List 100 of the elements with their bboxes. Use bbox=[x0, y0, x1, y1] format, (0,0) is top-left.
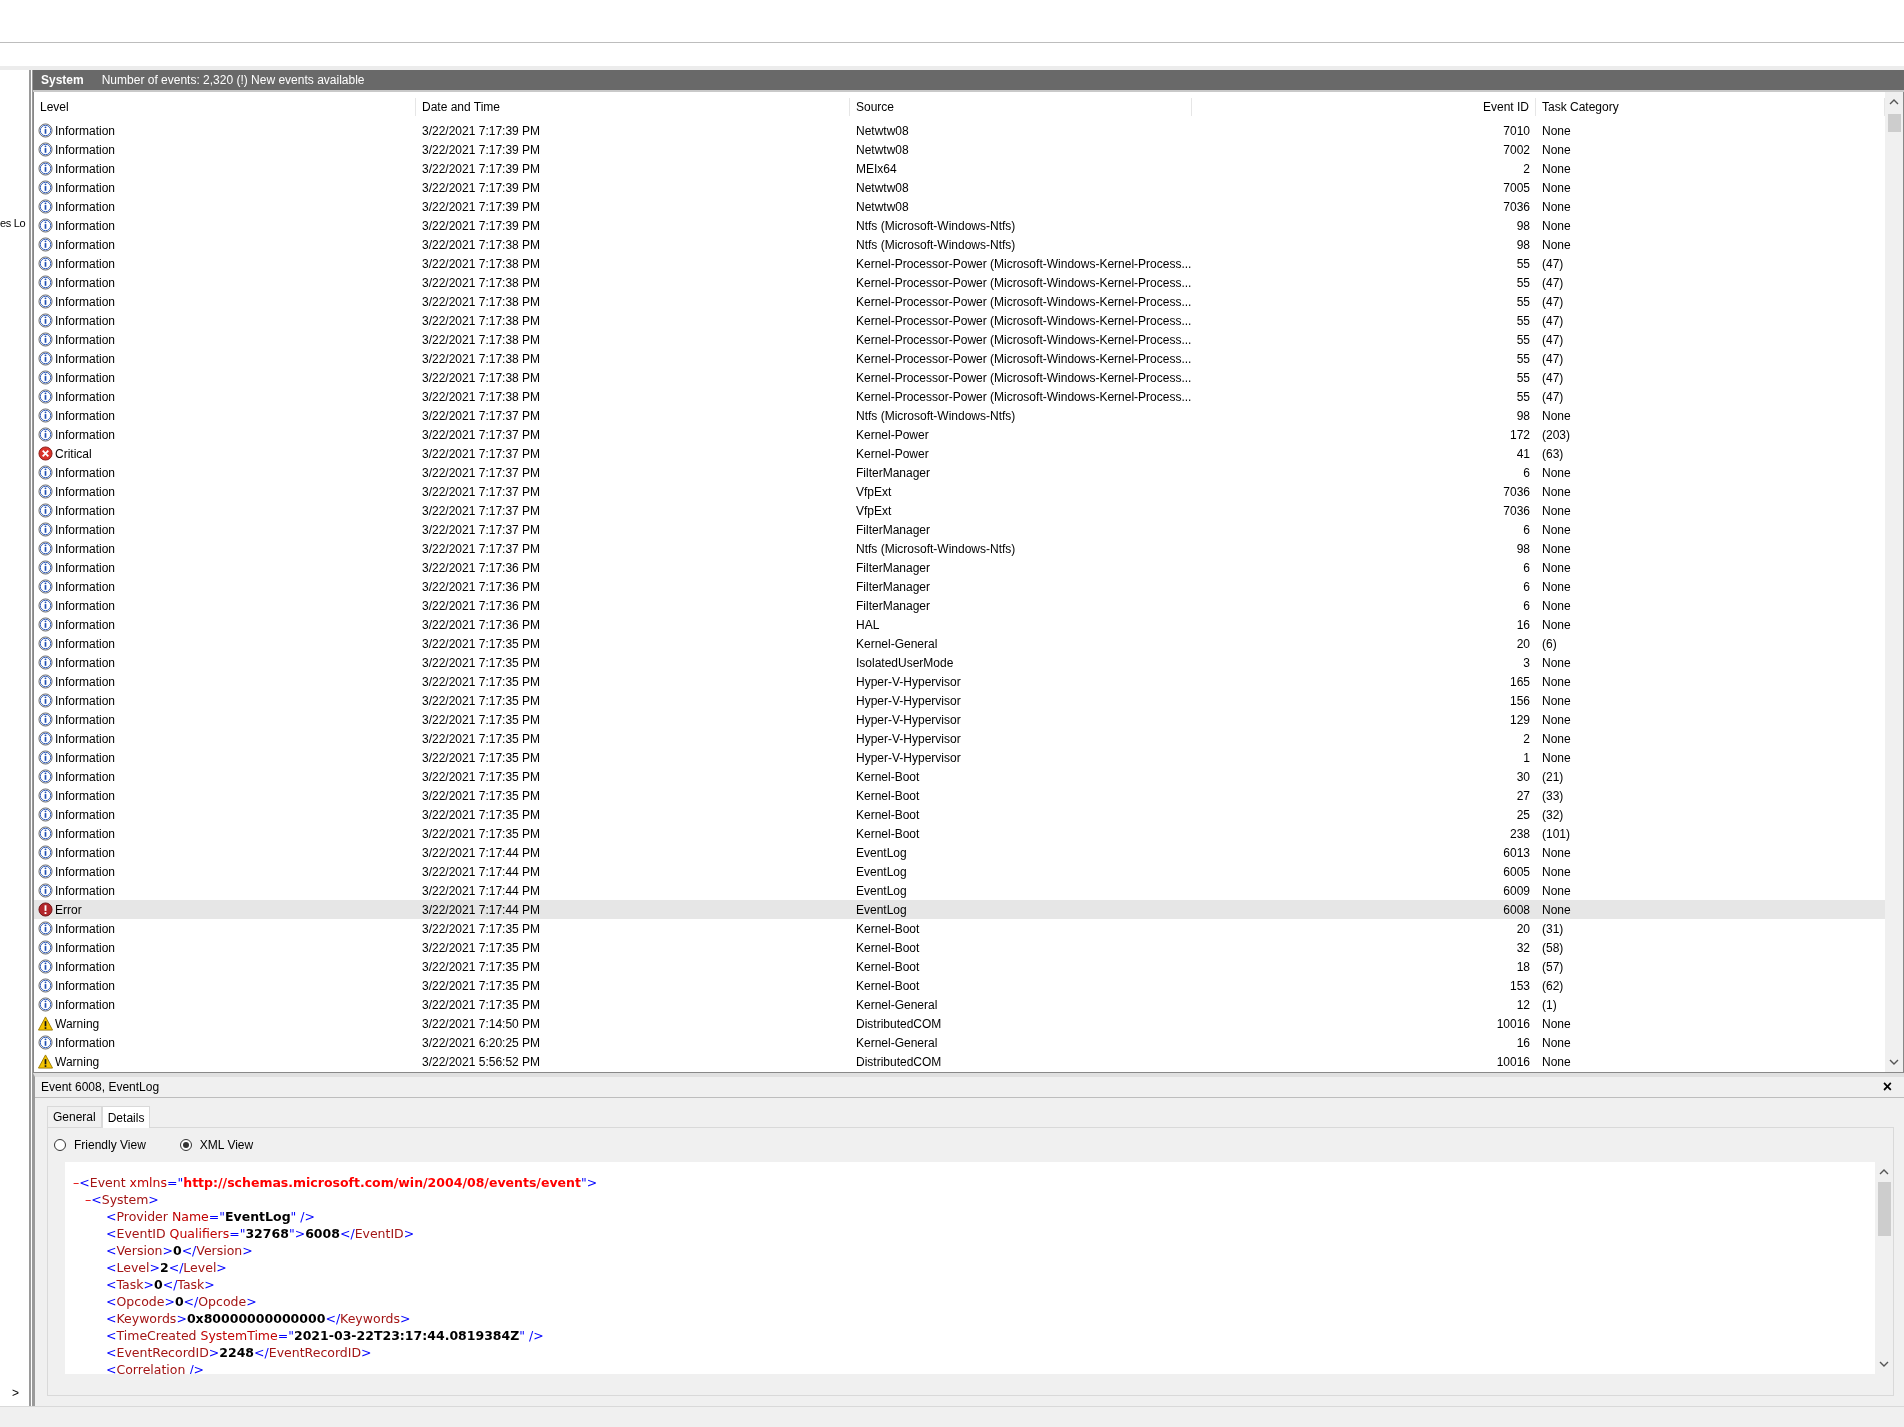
column-header[interactable]: Level bbox=[34, 97, 416, 116]
event-row[interactable]: Information 3/22/2021 7:17:39 PM Netwtw08 7036 None bbox=[34, 197, 1885, 216]
radio-button[interactable] bbox=[179, 1139, 192, 1151]
date-cell-text: 3/22/2021 6:20:25 PM bbox=[421, 1035, 542, 1050]
date-cell-text: 3/22/2021 7:17:38 PM bbox=[421, 351, 542, 366]
scrollbar-thumb[interactable] bbox=[1877, 1182, 1891, 1236]
event-row[interactable]: Information 3/22/2021 7:17:36 PM FilterManager 6 None bbox=[34, 577, 1885, 596]
event-id-cell-text: 25 bbox=[1515, 807, 1531, 822]
scrollbar[interactable] bbox=[1885, 92, 1903, 1072]
level-text: Information bbox=[55, 617, 116, 632]
event-row[interactable]: Critical 3/22/2021 7:17:37 PM Kernel-Power 41 (63) bbox=[34, 444, 1885, 463]
source-cell-text: FilterManager bbox=[855, 465, 932, 480]
event-row[interactable]: Information 3/22/2021 7:17:35 PM Kernel-Boot 20 (31) bbox=[34, 919, 1885, 938]
source-cell-text: Hyper-V-Hypervisor bbox=[855, 693, 962, 708]
level-text: Information bbox=[55, 408, 116, 423]
event-row[interactable]: Information 3/22/2021 7:17:37 PM VfpExt 7036 None bbox=[34, 482, 1885, 501]
info-icon bbox=[38, 978, 53, 993]
radio-label[interactable]: Friendly View bbox=[74, 1138, 146, 1152]
info-icon bbox=[38, 655, 53, 670]
info-icon bbox=[38, 275, 53, 290]
date-cell-text: 3/22/2021 7:17:36 PM bbox=[421, 617, 542, 632]
event-row[interactable]: Information 3/22/2021 7:17:35 PM Kernel-Boot 32 (58) bbox=[34, 938, 1885, 957]
date-cell-text: 3/22/2021 5:56:52 PM bbox=[421, 1054, 542, 1069]
event-row[interactable]: Information 3/22/2021 7:17:35 PM Hyper-V-Hypervisor 165 None bbox=[34, 672, 1885, 691]
event-row[interactable]: Information 3/22/2021 7:17:44 PM EventLog 6013 None bbox=[34, 843, 1885, 862]
event-row[interactable]: Information 3/22/2021 7:17:35 PM Kernel-Boot 18 (57) bbox=[34, 957, 1885, 976]
event-row[interactable]: Information 3/22/2021 7:17:37 PM VfpExt 7036 None bbox=[34, 501, 1885, 520]
tree-item-label[interactable]: es Lo bbox=[0, 217, 26, 229]
source-cell-text: VfpExt bbox=[855, 503, 893, 518]
task-category-cell-text: None bbox=[1541, 503, 1572, 518]
event-row[interactable]: Information 3/22/2021 7:17:35 PM Kernel-General 12 (1) bbox=[34, 995, 1885, 1014]
event-row[interactable]: Information 3/22/2021 7:17:36 PM FilterManager 6 None bbox=[34, 558, 1885, 577]
tab[interactable]: Details bbox=[101, 1106, 151, 1128]
event-row[interactable]: Information 3/22/2021 7:17:35 PM Kernel-Boot 30 (21) bbox=[34, 767, 1885, 786]
event-row[interactable]: Information 3/22/2021 7:17:39 PM MEIx64 2 None bbox=[34, 159, 1885, 178]
event-row[interactable]: Information 3/22/2021 7:17:38 PM Kernel-Processor-Power (Microsoft-Windows-Kernel-Process... 55 (47) bbox=[34, 311, 1885, 330]
event-row[interactable]: Information 3/22/2021 7:17:35 PM Hyper-V-Hypervisor 129 None bbox=[34, 710, 1885, 729]
column-header[interactable]: Date and Time bbox=[416, 97, 850, 116]
event-row[interactable]: Information 3/22/2021 7:17:35 PM Kernel-Boot 238 (101) bbox=[34, 824, 1885, 843]
event-row[interactable]: Information 3/22/2021 7:17:37 PM Kernel-Power 172 (203) bbox=[34, 425, 1885, 444]
event-row[interactable]: Information 3/22/2021 7:17:38 PM Kernel-Processor-Power (Microsoft-Windows-Kernel-Process... 55 (47) bbox=[34, 387, 1885, 406]
event-row[interactable]: Information 3/22/2021 7:17:35 PM Kernel-Boot 153 (62) bbox=[34, 976, 1885, 995]
scroll-down-icon[interactable] bbox=[1879, 1361, 1889, 1367]
event-row[interactable]: Information 3/22/2021 7:17:35 PM Kernel-Boot 25 (32) bbox=[34, 805, 1885, 824]
event-row[interactable]: Information 3/22/2021 7:17:36 PM FilterManager 6 None bbox=[34, 596, 1885, 615]
task-category-cell-text: None bbox=[1541, 218, 1572, 233]
close-button[interactable]: × bbox=[1882, 1079, 1892, 1095]
event-id-cell-text: 7010 bbox=[1502, 123, 1531, 138]
event-row[interactable]: Information 3/22/2021 7:17:38 PM Kernel-Processor-Power (Microsoft-Windows-Kernel-Process... 55 (47) bbox=[34, 254, 1885, 273]
event-row[interactable]: Information 3/22/2021 7:17:38 PM Kernel-Processor-Power (Microsoft-Windows-Kernel-Process... 55 (47) bbox=[34, 292, 1885, 311]
event-row[interactable]: Information 3/22/2021 7:17:38 PM Kernel-Processor-Power (Microsoft-Windows-Kernel-Process... 55 (47) bbox=[34, 368, 1885, 387]
scroll-up-icon[interactable] bbox=[1879, 1169, 1889, 1175]
event-row[interactable]: Information 3/22/2021 7:17:38 PM Kernel-Processor-Power (Microsoft-Windows-Kernel-Process... 55 (47) bbox=[34, 349, 1885, 368]
event-row[interactable]: Information 3/22/2021 7:17:35 PM Kernel-General 20 (6) bbox=[34, 634, 1885, 653]
info-icon bbox=[38, 617, 53, 632]
event-row[interactable]: Information 3/22/2021 7:17:37 PM FilterManager 6 None bbox=[34, 520, 1885, 539]
event-row[interactable]: Information 3/22/2021 7:17:39 PM Netwtw08 7005 None bbox=[34, 178, 1885, 197]
expand-arrow[interactable]: > bbox=[12, 1386, 20, 1400]
task-category-cell-text: (63) bbox=[1541, 446, 1565, 461]
radio-label[interactable]: XML View bbox=[199, 1138, 254, 1152]
info-icon bbox=[38, 997, 53, 1012]
column-header[interactable]: Event ID bbox=[1192, 97, 1536, 116]
event-row[interactable]: Warning 3/22/2021 5:56:52 PM DistributedCOM 10016 None bbox=[34, 1052, 1885, 1071]
level-text: Information bbox=[55, 161, 116, 176]
event-row[interactable]: Information 3/22/2021 7:17:35 PM IsolatedUserMode 3 None bbox=[34, 653, 1885, 672]
event-row[interactable]: Information 3/22/2021 7:17:36 PM HAL 16 None bbox=[34, 615, 1885, 634]
event-row[interactable]: Information 3/22/2021 7:17:44 PM EventLog 6009 None bbox=[34, 881, 1885, 900]
event-id-cell-text: 6 bbox=[1522, 560, 1531, 575]
scroll-down-icon[interactable] bbox=[1889, 1059, 1899, 1065]
event-row[interactable]: Error 3/22/2021 7:17:44 PM EventLog 6008 None bbox=[34, 900, 1885, 919]
scroll-up-icon[interactable] bbox=[1889, 99, 1899, 105]
source-cell-text: FilterManager bbox=[855, 560, 932, 575]
task-category-cell-text: (47) bbox=[1541, 275, 1565, 290]
event-row[interactable]: Information 3/22/2021 7:17:44 PM EventLog 6005 None bbox=[34, 862, 1885, 881]
event-row[interactable]: Information 3/22/2021 7:17:37 PM Ntfs (Microsoft-Windows-Ntfs) 98 None bbox=[34, 406, 1885, 425]
info-icon bbox=[38, 465, 53, 480]
event-row[interactable]: Information 3/22/2021 7:17:38 PM Ntfs (Microsoft-Windows-Ntfs) 98 None bbox=[34, 235, 1885, 254]
scrollbar-thumb[interactable] bbox=[1887, 114, 1901, 132]
column-header[interactable]: Source bbox=[850, 97, 1192, 116]
event-row[interactable]: Information 3/22/2021 7:17:38 PM Kernel-Processor-Power (Microsoft-Windows-Kernel-Process... 55 (47) bbox=[34, 330, 1885, 349]
event-row[interactable]: Information 3/22/2021 7:17:39 PM Netwtw08 7010 None bbox=[34, 121, 1885, 140]
event-row[interactable]: Information 3/22/2021 7:17:35 PM Hyper-V-Hypervisor 2 None bbox=[34, 729, 1885, 748]
event-row[interactable]: Information 3/22/2021 6:20:25 PM Kernel-General 16 None bbox=[34, 1033, 1885, 1052]
event-row[interactable]: Information 3/22/2021 7:17:39 PM Netwtw08 7002 None bbox=[34, 140, 1885, 159]
info-icon bbox=[38, 351, 53, 366]
event-row[interactable]: Information 3/22/2021 7:17:35 PM Hyper-V-Hypervisor 156 None bbox=[34, 691, 1885, 710]
task-category-cell-text: None bbox=[1541, 123, 1572, 138]
event-row[interactable]: Information 3/22/2021 7:17:35 PM Kernel-Boot 27 (33) bbox=[34, 786, 1885, 805]
task-category-cell-text: (47) bbox=[1541, 351, 1565, 366]
event-row[interactable]: Information 3/22/2021 7:17:35 PM Hyper-V-Hypervisor 1 None bbox=[34, 748, 1885, 767]
event-row[interactable]: Information 3/22/2021 7:17:37 PM FilterManager 6 None bbox=[34, 463, 1885, 482]
xml-line: <Provider Name="EventLog" /> bbox=[105, 1208, 316, 1225]
event-row[interactable]: Information 3/22/2021 7:17:38 PM Kernel-Processor-Power (Microsoft-Windows-Kernel-Process... 55 (47) bbox=[34, 273, 1885, 292]
source-cell-text: FilterManager bbox=[855, 522, 932, 537]
event-row[interactable]: Information 3/22/2021 7:17:39 PM Ntfs (Microsoft-Windows-Ntfs) 98 None bbox=[34, 216, 1885, 235]
tab[interactable]: General bbox=[47, 1106, 102, 1127]
level-text: Information bbox=[55, 351, 116, 366]
radio-button[interactable] bbox=[54, 1139, 66, 1151]
event-row[interactable]: Information 3/22/2021 7:17:37 PM Ntfs (Microsoft-Windows-Ntfs) 98 None bbox=[34, 539, 1885, 558]
event-row[interactable]: Warning 3/22/2021 7:14:50 PM DistributedCOM 10016 None bbox=[34, 1014, 1885, 1033]
